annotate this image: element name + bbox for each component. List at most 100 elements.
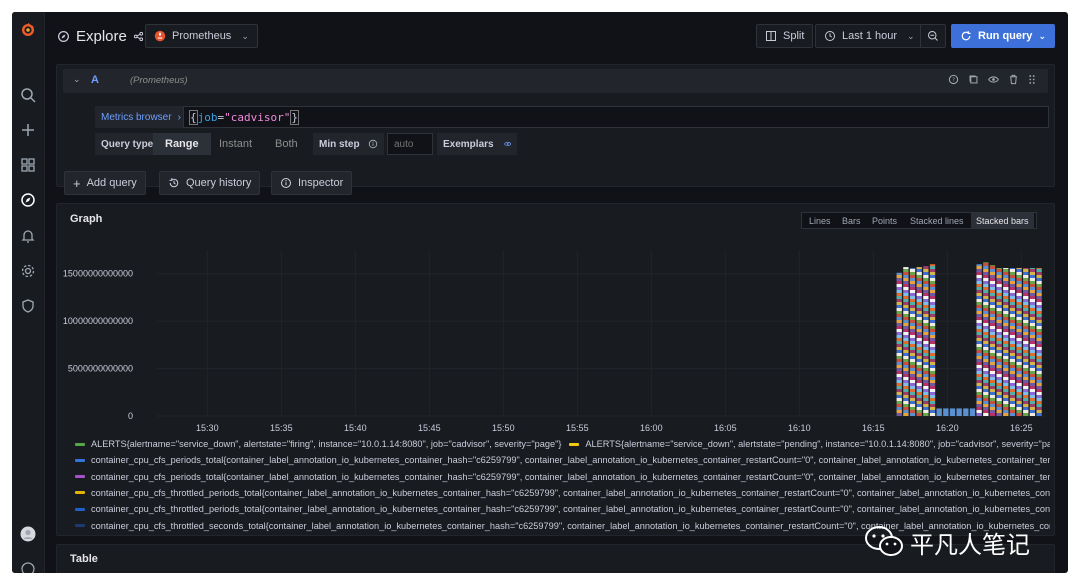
bar-segment [903, 383, 909, 386]
plus-icon[interactable] [18, 120, 38, 140]
grafana-logo-icon[interactable] [18, 20, 38, 40]
bar-segment [1016, 410, 1022, 413]
bar-segment [1029, 332, 1036, 335]
alerting-bell-icon[interactable] [18, 226, 38, 246]
query-type-instant[interactable]: Instant [207, 133, 264, 155]
bar-segment [983, 329, 989, 332]
bar-segment [923, 290, 929, 293]
help-icon[interactable] [18, 559, 38, 573]
split-button[interactable]: Split [756, 24, 814, 48]
bar-segment [983, 407, 989, 410]
stacked-bar[interactable] [909, 268, 916, 416]
stacked-bar[interactable] [1029, 268, 1036, 416]
bar-segment [903, 413, 909, 416]
bar-segment [976, 320, 982, 323]
stacked-bar[interactable] [969, 408, 976, 416]
run-query-button[interactable]: Run query ⌄ [951, 24, 1055, 48]
stacked-bar[interactable] [916, 267, 922, 416]
stacked-bar[interactable] [1003, 268, 1009, 416]
mode-stacked-lines[interactable]: Stacked lines [905, 213, 969, 229]
query-type-both[interactable]: Both [263, 133, 310, 155]
min-step-input[interactable] [387, 133, 433, 155]
legend-item[interactable]: ALERTS{alertname="service_down", alertst… [569, 439, 1050, 449]
datasource-picker[interactable]: Prometheus ⌄ [145, 24, 258, 48]
stacked-bar[interactable] [983, 262, 989, 416]
add-query-button[interactable]: + Add query [64, 171, 146, 195]
stacked-bar[interactable] [896, 272, 902, 416]
inspector-button[interactable]: Inspector [271, 171, 353, 195]
bar-segment [1036, 389, 1042, 392]
legend-item[interactable]: container_cpu_cfs_throttled_periods_tota… [75, 488, 1050, 498]
shield-icon[interactable] [18, 296, 38, 316]
bar-segment [983, 368, 989, 371]
bar-segment [896, 353, 902, 356]
stacked-bar[interactable] [989, 265, 996, 416]
bar-segment [983, 365, 989, 368]
stacked-bar[interactable] [1016, 268, 1022, 416]
share-icon[interactable] [133, 31, 144, 42]
bar-segment [996, 380, 1002, 383]
info-icon[interactable] [368, 139, 378, 149]
legend-item[interactable]: container_cpu_cfs_throttled_periods_tota… [75, 504, 1050, 514]
bar-segment [896, 275, 902, 278]
avatar[interactable] [18, 524, 38, 544]
stacked-bar[interactable] [903, 267, 909, 416]
bar-segment [1029, 311, 1036, 314]
search-icon[interactable] [18, 85, 38, 105]
stacked-bar[interactable] [996, 268, 1002, 416]
query-ref-id[interactable]: A [91, 74, 99, 86]
bar-segment [976, 374, 982, 377]
zoom-out-button[interactable] [920, 24, 946, 48]
mode-stacked-bars[interactable]: Stacked bars [971, 213, 1034, 229]
stacked-bar[interactable] [1023, 268, 1029, 416]
bar-segment [1029, 275, 1036, 278]
explore-compass-icon[interactable] [18, 190, 38, 210]
mode-points[interactable]: Points [867, 213, 902, 229]
metrics-browser-button[interactable]: Metrics browser › [95, 106, 187, 128]
dashboards-icon[interactable] [18, 155, 38, 175]
stacked-bar[interactable] [929, 264, 936, 416]
bar-segment [1023, 308, 1029, 311]
bar-segment [989, 407, 996, 410]
stacked-bar[interactable] [949, 408, 956, 416]
time-range-picker[interactable]: Last 1 hour ⌄ [815, 24, 924, 48]
query-expression-input[interactable]: {job = "cadvisor"} [183, 106, 1049, 128]
copy-icon[interactable] [968, 74, 979, 85]
query-type-range[interactable]: Range [153, 133, 211, 155]
eye-icon[interactable] [503, 139, 511, 149]
mode-bars[interactable]: Bars [837, 213, 866, 229]
trash-icon[interactable] [1008, 74, 1019, 85]
chevron-down-icon[interactable]: ⌄ [1038, 31, 1046, 42]
bar-segment [1036, 392, 1042, 395]
bar-segment [989, 353, 996, 356]
stacked-bar[interactable] [976, 264, 982, 416]
bar-segment [1029, 392, 1036, 395]
bar-segment [896, 284, 902, 287]
stacked-bar[interactable] [923, 266, 929, 416]
gear-icon[interactable] [18, 261, 38, 281]
legend-item[interactable]: container_cpu_cfs_periods_total{containe… [75, 455, 1050, 465]
bar-segment [909, 284, 916, 287]
stacked-bar[interactable] [956, 408, 962, 416]
legend-item[interactable]: container_cpu_cfs_periods_total{containe… [75, 472, 1050, 482]
eye-icon[interactable] [988, 74, 999, 85]
stacked-bar[interactable] [1009, 268, 1016, 416]
stacked-bar[interactable] [943, 408, 949, 416]
legend-item[interactable]: ALERTS{alertname="service_down", alertst… [75, 439, 561, 449]
query-history-button[interactable]: Query history [159, 171, 261, 195]
help-icon[interactable]: ? [948, 74, 959, 85]
stacked-bar[interactable] [936, 408, 942, 416]
mode-lines[interactable]: Lines [804, 213, 836, 229]
drag-handle-icon[interactable] [1028, 74, 1036, 85]
legend-label: container_cpu_cfs_throttled_periods_tota… [91, 504, 1050, 515]
bar-segment [1003, 356, 1009, 359]
bar-segment [1016, 323, 1022, 326]
legend-swatch [75, 475, 85, 479]
stacked-bar[interactable] [963, 408, 969, 416]
stacked-bar[interactable] [1036, 268, 1042, 416]
bar-segment [1036, 308, 1042, 311]
collapse-chevron-icon[interactable]: ⌄ [73, 74, 81, 85]
bar-segment [903, 326, 909, 329]
bar-segment [1009, 350, 1016, 353]
bar-segment [1023, 401, 1029, 404]
